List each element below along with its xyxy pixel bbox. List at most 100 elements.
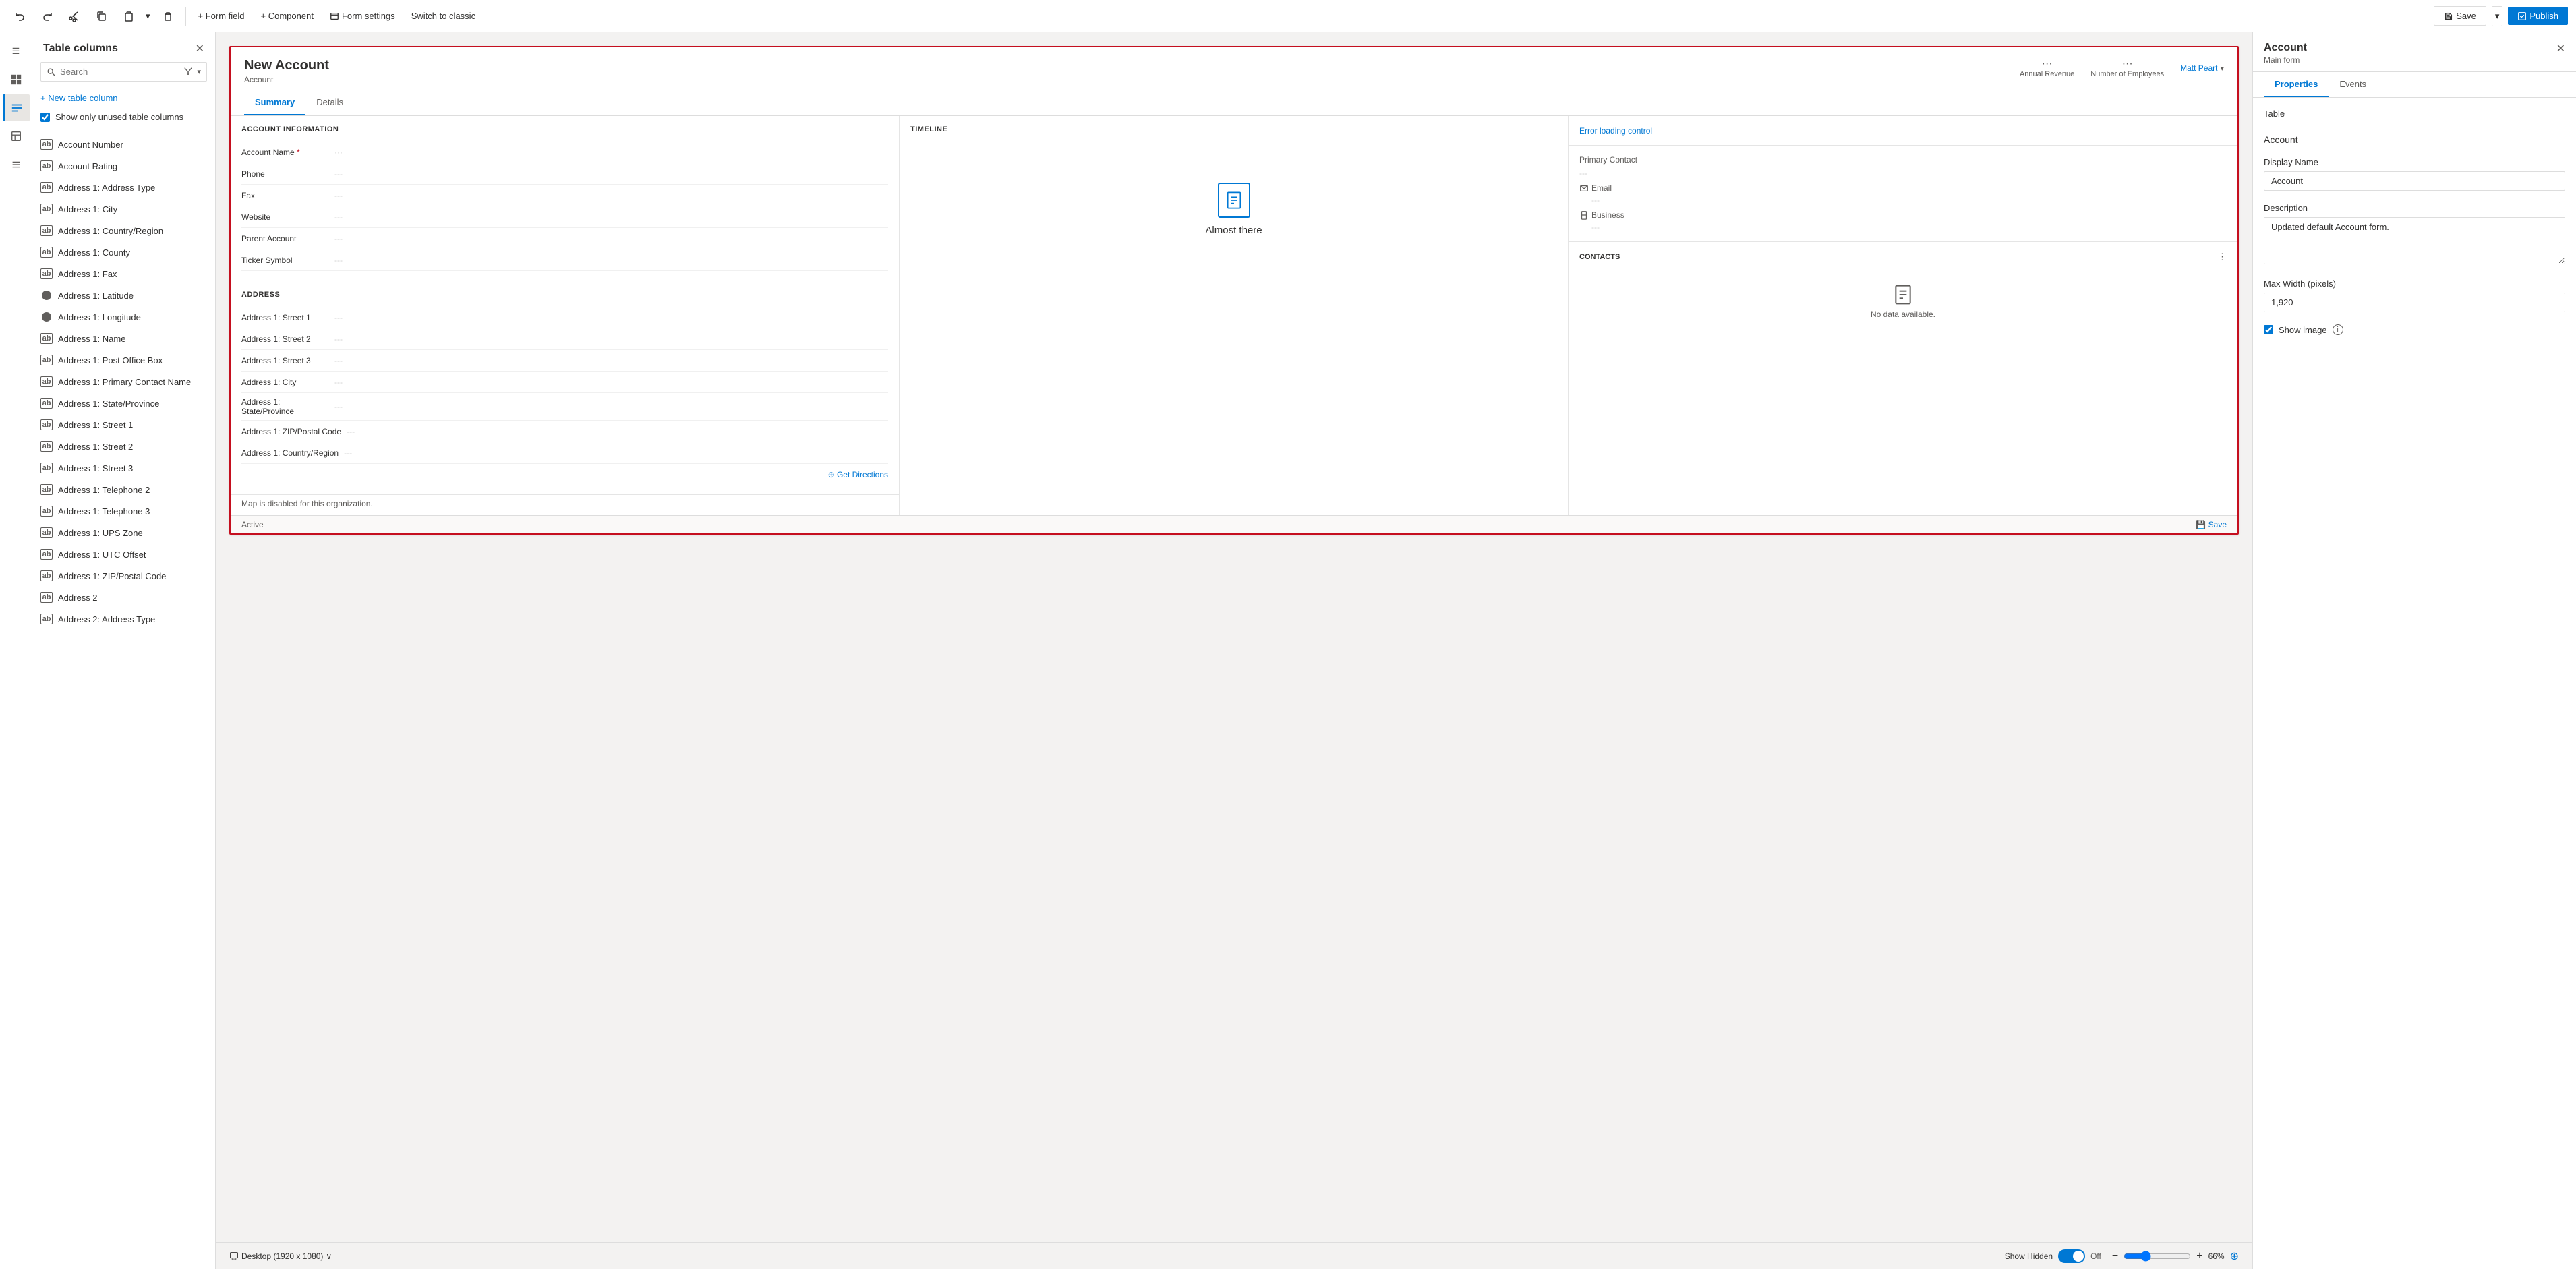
toolbar-left: ▾ + Form field + Component Form settings… — [8, 7, 482, 26]
list-item[interactable]: ab Account Number — [32, 134, 215, 155]
nav-grid[interactable] — [3, 66, 30, 93]
save-button[interactable]: Save — [2434, 6, 2486, 26]
form-footer-save[interactable]: 💾 Save — [2196, 520, 2227, 529]
rp-table-group: Table Account — [2264, 109, 2565, 145]
cut-button[interactable] — [62, 7, 86, 26]
field-street1: Address 1: Street 1 --- — [241, 307, 888, 328]
field-parent-account: Parent Account --- — [241, 228, 888, 249]
owner-link[interactable]: Matt Peart — [2180, 63, 2217, 73]
desktop-chevron[interactable]: ∨ — [326, 1251, 332, 1261]
list-item[interactable]: ab Address 1: State/Province — [32, 392, 215, 414]
list-item[interactable]: Address 1: Longitude — [32, 306, 215, 328]
rp-title-group: Account Main form — [2264, 42, 2307, 65]
rp-description-label: Description — [2264, 203, 2565, 213]
delete-button[interactable] — [156, 7, 180, 26]
item-icon-21: ab — [40, 591, 53, 603]
redo-button[interactable] — [35, 7, 59, 26]
form-header: New Account Account ··· Annual Revenue ·… — [231, 47, 2237, 90]
paste-button[interactable] — [116, 7, 140, 26]
timeline-title: Timeline — [910, 125, 1557, 134]
save-chevron[interactable]: ▾ — [2492, 6, 2503, 26]
rp-max-width-input[interactable] — [2264, 293, 2565, 312]
right-panel-close-button[interactable]: ✕ — [2556, 42, 2565, 55]
publish-button[interactable]: Publish — [2508, 7, 2568, 25]
show-image-info-icon[interactable]: i — [2333, 324, 2343, 335]
email-label: Email — [1591, 183, 1612, 193]
fit-to-screen-button[interactable]: ⊕ — [2230, 1249, 2239, 1263]
list-item[interactable]: ab Address 1: Telephone 3 — [32, 500, 215, 522]
list-item[interactable]: ab Account Rating — [32, 155, 215, 177]
list-item[interactable]: ab Address 1: Telephone 2 — [32, 479, 215, 500]
list-item[interactable]: ab Address 1: Address Type — [32, 177, 215, 198]
list-item[interactable]: ab Address 1: City — [32, 198, 215, 220]
error-control-link[interactable]: Error loading control — [1579, 126, 1652, 136]
list-item[interactable]: ab Address 1: Street 3 — [32, 457, 215, 479]
status-left: Desktop (1920 x 1080) ∨ — [229, 1251, 332, 1261]
list-item[interactable]: ab Address 1: Name — [32, 328, 215, 349]
list-item[interactable]: ab Address 2: Address Type — [32, 608, 215, 630]
list-item[interactable]: ab Address 1: Post Office Box — [32, 349, 215, 371]
nav-form[interactable] — [3, 94, 30, 121]
item-icon-16: ab — [40, 483, 53, 496]
field-phone: Phone --- — [241, 163, 888, 185]
component-button[interactable]: + Component — [254, 7, 320, 25]
rp-description-group: Description Updated default Account form… — [2264, 203, 2565, 266]
list-item[interactable]: ab Address 1: ZIP/Postal Code — [32, 565, 215, 587]
business-icon — [1579, 210, 1589, 220]
rp-show-image-checkbox[interactable] — [2264, 325, 2273, 334]
contacts-more-button[interactable]: ⋮ — [2218, 252, 2227, 262]
zoom-minus-button[interactable]: − — [2112, 1250, 2118, 1262]
item-icon-0: ab — [40, 138, 53, 150]
new-table-column-button[interactable]: + New table column — [32, 88, 215, 108]
tab-details[interactable]: Details — [305, 90, 354, 115]
get-directions-button[interactable]: ⊕ Get Directions — [828, 470, 888, 479]
switch-classic-button[interactable]: Switch to classic — [405, 7, 482, 25]
header-num-employees: ··· Number of Employees — [2090, 58, 2164, 78]
almost-there-text: Almost there — [1205, 225, 1262, 236]
filter-icon[interactable] — [183, 66, 193, 78]
list-item[interactable]: Address 1: Latitude — [32, 285, 215, 306]
form-left-column: ACCOUNT INFORMATION Account Name * ··· P… — [231, 116, 900, 515]
list-item[interactable]: ab Address 1: Street 2 — [32, 436, 215, 457]
show-hidden-toggle[interactable] — [2058, 1249, 2085, 1263]
rp-table-value: Account — [2264, 134, 2298, 145]
item-icon-20: ab — [40, 570, 53, 582]
rp-tab-events[interactable]: Events — [2329, 72, 2377, 97]
rp-description-textarea[interactable]: Updated default Account form. — [2264, 217, 2565, 264]
list-item[interactable]: ab Address 1: Fax — [32, 263, 215, 285]
item-icon-14: ab — [40, 440, 53, 452]
nav-list[interactable] — [3, 151, 30, 178]
zoom-plus-button[interactable]: + — [2196, 1250, 2202, 1262]
sidebar-list: ab Account Number ab Account Rating ab A… — [32, 132, 215, 1269]
undo-button[interactable] — [8, 7, 32, 26]
nav-layers[interactable] — [3, 123, 30, 150]
sidebar-close-button[interactable]: ✕ — [196, 42, 204, 55]
list-item[interactable]: ab Address 1: UTC Offset — [32, 543, 215, 565]
form-field-button[interactable]: + Form field — [192, 7, 252, 25]
show-unused-checkbox[interactable] — [40, 113, 50, 122]
search-box[interactable]: ▾ — [40, 62, 207, 82]
owner-chevron[interactable]: ▾ — [2220, 64, 2224, 73]
list-item[interactable]: ab Address 1: County — [32, 241, 215, 263]
search-input[interactable] — [60, 67, 179, 77]
rp-tab-properties[interactable]: Properties — [2264, 72, 2329, 97]
list-item[interactable]: ab Address 1: Street 1 — [32, 414, 215, 436]
list-item[interactable]: ab Address 1: Country/Region — [32, 220, 215, 241]
paste-chevron[interactable]: ▾ — [143, 7, 153, 26]
list-item[interactable]: ab Address 1: Primary Contact Name — [32, 371, 215, 392]
field-street3: Address 1: Street 3 --- — [241, 350, 888, 372]
field-state: Address 1:State/Province --- — [241, 393, 888, 421]
list-item[interactable]: ab Address 2 — [32, 587, 215, 608]
nav-menu[interactable]: ☰ — [3, 38, 30, 65]
copy-button[interactable] — [89, 7, 113, 26]
filter-chevron[interactable]: ▾ — [197, 67, 201, 76]
list-item[interactable]: ab Address 1: UPS Zone — [32, 522, 215, 543]
zoom-slider[interactable] — [2124, 1251, 2191, 1262]
tab-summary[interactable]: Summary — [244, 90, 305, 115]
rp-display-name-input[interactable] — [2264, 171, 2565, 191]
sidebar-title: Table columns — [43, 42, 118, 55]
toolbar-divider-1 — [185, 7, 186, 26]
timeline-column: Timeline Almost there — [900, 116, 1569, 515]
form-settings-button[interactable]: Form settings — [323, 7, 402, 25]
field-street2: Address 1: Street 2 --- — [241, 328, 888, 350]
